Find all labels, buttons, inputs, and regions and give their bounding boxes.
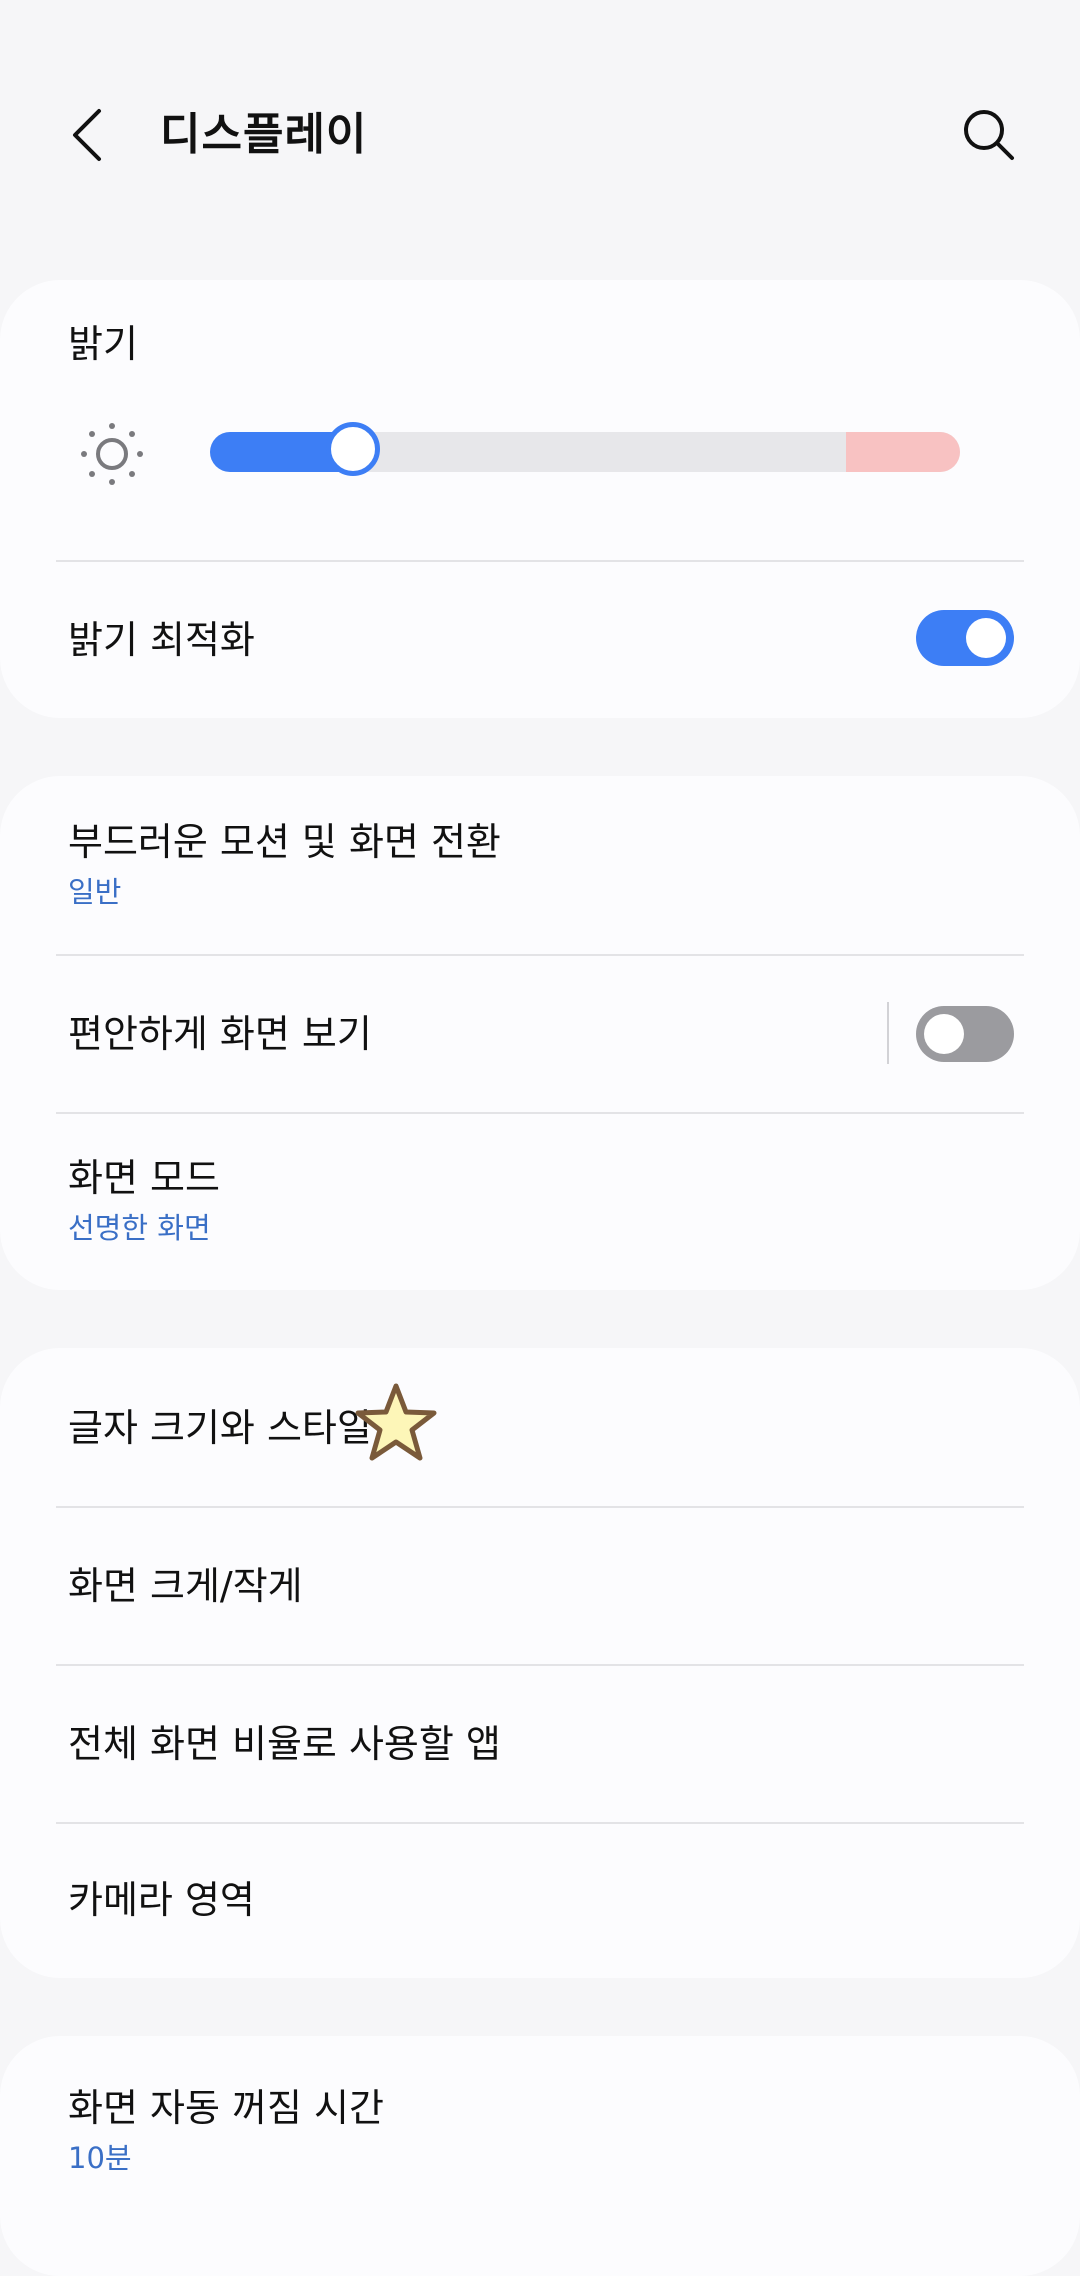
brightness-label: 밝기	[68, 322, 138, 366]
adaptive-brightness-toggle[interactable]	[916, 610, 1014, 666]
search-button[interactable]	[958, 104, 1020, 166]
font-size-style-label: 글자 크기와 스타일	[68, 1406, 372, 1450]
eye-comfort-toggle[interactable]	[916, 1006, 1014, 1062]
screen-timeout-label: 화면 자동 꺼짐 시간	[68, 2086, 384, 2130]
screen-mode-label: 화면 모드	[68, 1156, 220, 1200]
brightness-high-zone	[846, 432, 960, 472]
back-arrow-icon	[73, 109, 101, 161]
fullscreen-apps-row[interactable]: 전체 화면 비율로 사용할 앱	[0, 1666, 1080, 1822]
app-header: 디스플레이	[0, 0, 1080, 270]
star-icon	[355, 1383, 437, 1461]
camera-cutout-row[interactable]: 카메라 영역	[0, 1824, 1080, 1978]
toggle-separator	[887, 1002, 889, 1064]
brightness-slider[interactable]	[210, 432, 960, 472]
brightness-slider-thumb[interactable]	[326, 422, 380, 476]
search-icon	[964, 110, 1014, 160]
page-title: 디스플레이	[160, 109, 368, 160]
font-size-style-row[interactable]: 글자 크기와 스타일	[0, 1348, 1080, 1506]
motion-smoothness-row[interactable]: 부드러운 모션 및 화면 전환 일반	[0, 776, 1080, 954]
screen-mode-row[interactable]: 화면 모드 선명한 화면	[0, 1114, 1080, 1290]
adaptive-brightness-row[interactable]: 밝기 최적화	[0, 562, 1080, 712]
fullscreen-apps-label: 전체 화면 비율로 사용할 앱	[68, 1722, 501, 1766]
screen-timeout-row[interactable]: 화면 자동 꺼짐 시간 10분	[0, 2036, 1080, 2217]
adaptive-brightness-label: 밝기 최적화	[68, 618, 255, 662]
motion-smoothness-value: 일반	[68, 875, 122, 909]
toggle-knob	[966, 618, 1006, 658]
sun-icon	[81, 423, 143, 485]
back-button[interactable]	[62, 104, 112, 166]
screen-mode-value: 선명한 화면	[68, 1211, 211, 1245]
screen-timeout-value: 10분	[68, 2141, 132, 2175]
camera-cutout-label: 카메라 영역	[68, 1878, 255, 1922]
screen-zoom-row[interactable]: 화면 크게/작게	[0, 1508, 1080, 1664]
eye-comfort-label: 편안하게 화면 보기	[68, 1012, 372, 1056]
motion-smoothness-label: 부드러운 모션 및 화면 전환	[68, 820, 501, 864]
eye-comfort-row[interactable]: 편안하게 화면 보기	[0, 956, 1080, 1112]
screen-zoom-label: 화면 크게/작게	[68, 1564, 303, 1608]
toggle-knob	[924, 1014, 964, 1054]
